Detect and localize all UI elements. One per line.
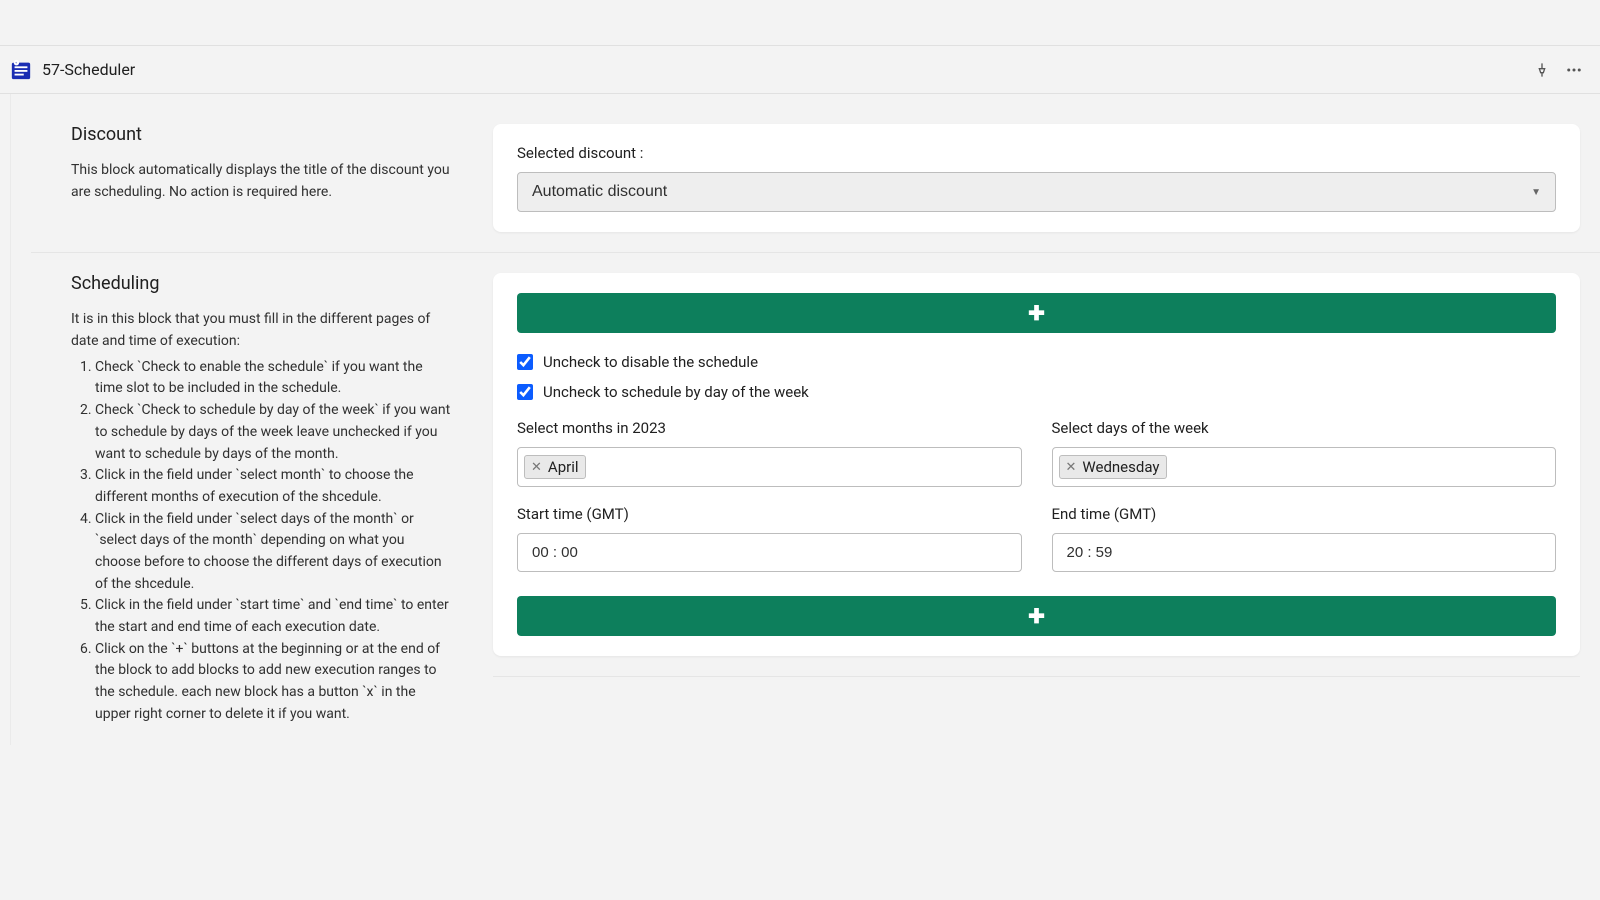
scheduling-info: Scheduling It is in this block that you … [31,273,493,725]
day-tag-text: Wednesday [1082,458,1159,476]
step-item: Click on the `+` buttons at the beginnin… [95,639,453,726]
day-tag: ✕ Wednesday [1059,455,1167,479]
plus-icon: ✚ [1028,604,1045,629]
pin-button[interactable] [1526,54,1558,86]
step-item: Click in the field under `select days of… [95,509,453,596]
end-time-label: End time (GMT) [1052,505,1557,523]
more-button[interactable] [1558,54,1590,86]
scheduling-intro: It is in this block that you must fill i… [71,308,453,353]
dropdown-caret-icon: ▼ [1531,187,1541,198]
end-time-input[interactable] [1052,533,1557,572]
days-label: Select days of the week [1052,419,1557,437]
step-item: Click in the field under `start time` an… [95,595,453,638]
discount-info: Discount This block automatically displa… [31,124,493,204]
remove-tag-icon[interactable]: ✕ [1064,460,1079,475]
days-tag-input[interactable]: ✕ Wednesday [1052,447,1557,487]
discount-card: Selected discount : Automatic discount ▼ [493,124,1580,232]
start-time-input[interactable] [517,533,1022,572]
enable-schedule-label: Uncheck to disable the schedule [543,353,758,371]
discount-title: Discount [71,124,453,145]
month-tag-text: April [548,458,579,476]
selected-discount-value: Automatic discount [532,183,667,201]
app-title: 57-Scheduler [42,60,135,79]
months-tag-input[interactable]: ✕ April [517,447,1022,487]
scheduling-title: Scheduling [71,273,453,294]
step-item: Check `Check to enable the schedule` if … [95,357,453,400]
schedule-by-day-checkbox[interactable] [517,384,533,400]
enable-schedule-checkbox[interactable] [517,354,533,370]
add-range-bottom-button[interactable]: ✚ [517,596,1556,636]
schedule-by-day-label: Uncheck to schedule by day of the week [543,383,809,401]
step-item: Click in the field under `select month` … [95,465,453,508]
top-blank-bar [0,0,1600,46]
months-label: Select months in 2023 [517,419,1022,437]
plus-icon: ✚ [1028,301,1045,326]
remove-tag-icon[interactable]: ✕ [529,460,544,475]
scheduling-steps: Check `Check to enable the schedule` if … [71,357,453,726]
add-range-top-button[interactable]: ✚ [517,293,1556,333]
app-icon [10,59,32,81]
discount-description: This block automatically displays the ti… [71,159,453,204]
discount-section: Discount This block automatically displa… [31,124,1600,253]
app-header: 57-Scheduler [0,46,1600,94]
selected-discount-label: Selected discount : [517,144,1556,162]
selected-discount-dropdown[interactable]: Automatic discount ▼ [517,172,1556,212]
scheduling-card: ✚ Uncheck to disable the schedule Unchec… [493,273,1580,656]
main-content: Discount This block automatically displa… [10,94,1600,745]
start-time-label: Start time (GMT) [517,505,1022,523]
step-item: Check `Check to schedule by day of the w… [95,400,453,465]
scheduling-section: Scheduling It is in this block that you … [31,273,1600,745]
month-tag: ✕ April [524,455,586,479]
